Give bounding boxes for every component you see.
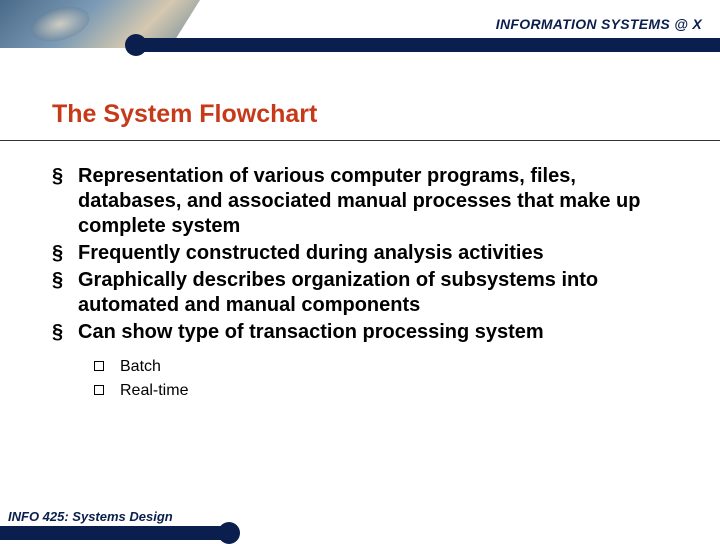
footer-label: INFO 425: Systems Design: [8, 509, 173, 524]
slide-footer: INFO 425: Systems Design: [0, 506, 260, 540]
title-underline: [0, 140, 720, 141]
header-label: INFORMATION SYSTEMS @ X: [496, 16, 702, 32]
footer-dot: [218, 522, 240, 544]
sub-bullet-item: Real-time: [94, 379, 672, 403]
bullet-item: Can show type of transaction processing …: [52, 320, 672, 345]
slide-header: INFORMATION SYSTEMS @ X: [0, 0, 720, 48]
bullet-item: Graphically describes organization of su…: [52, 268, 672, 318]
bullet-item: Frequently constructed during analysis a…: [52, 241, 672, 266]
slide-title: The System Flowchart: [52, 100, 317, 129]
bullet-item: Representation of various computer progr…: [52, 164, 672, 239]
footer-bar: [0, 526, 228, 540]
header-bar: [0, 38, 720, 52]
slide-content: Representation of various computer progr…: [52, 164, 672, 403]
sub-bullet-item: Batch: [94, 355, 672, 379]
sub-bullet-list: Batch Real-time: [94, 355, 672, 403]
main-bullet-list: Representation of various computer progr…: [52, 164, 672, 345]
